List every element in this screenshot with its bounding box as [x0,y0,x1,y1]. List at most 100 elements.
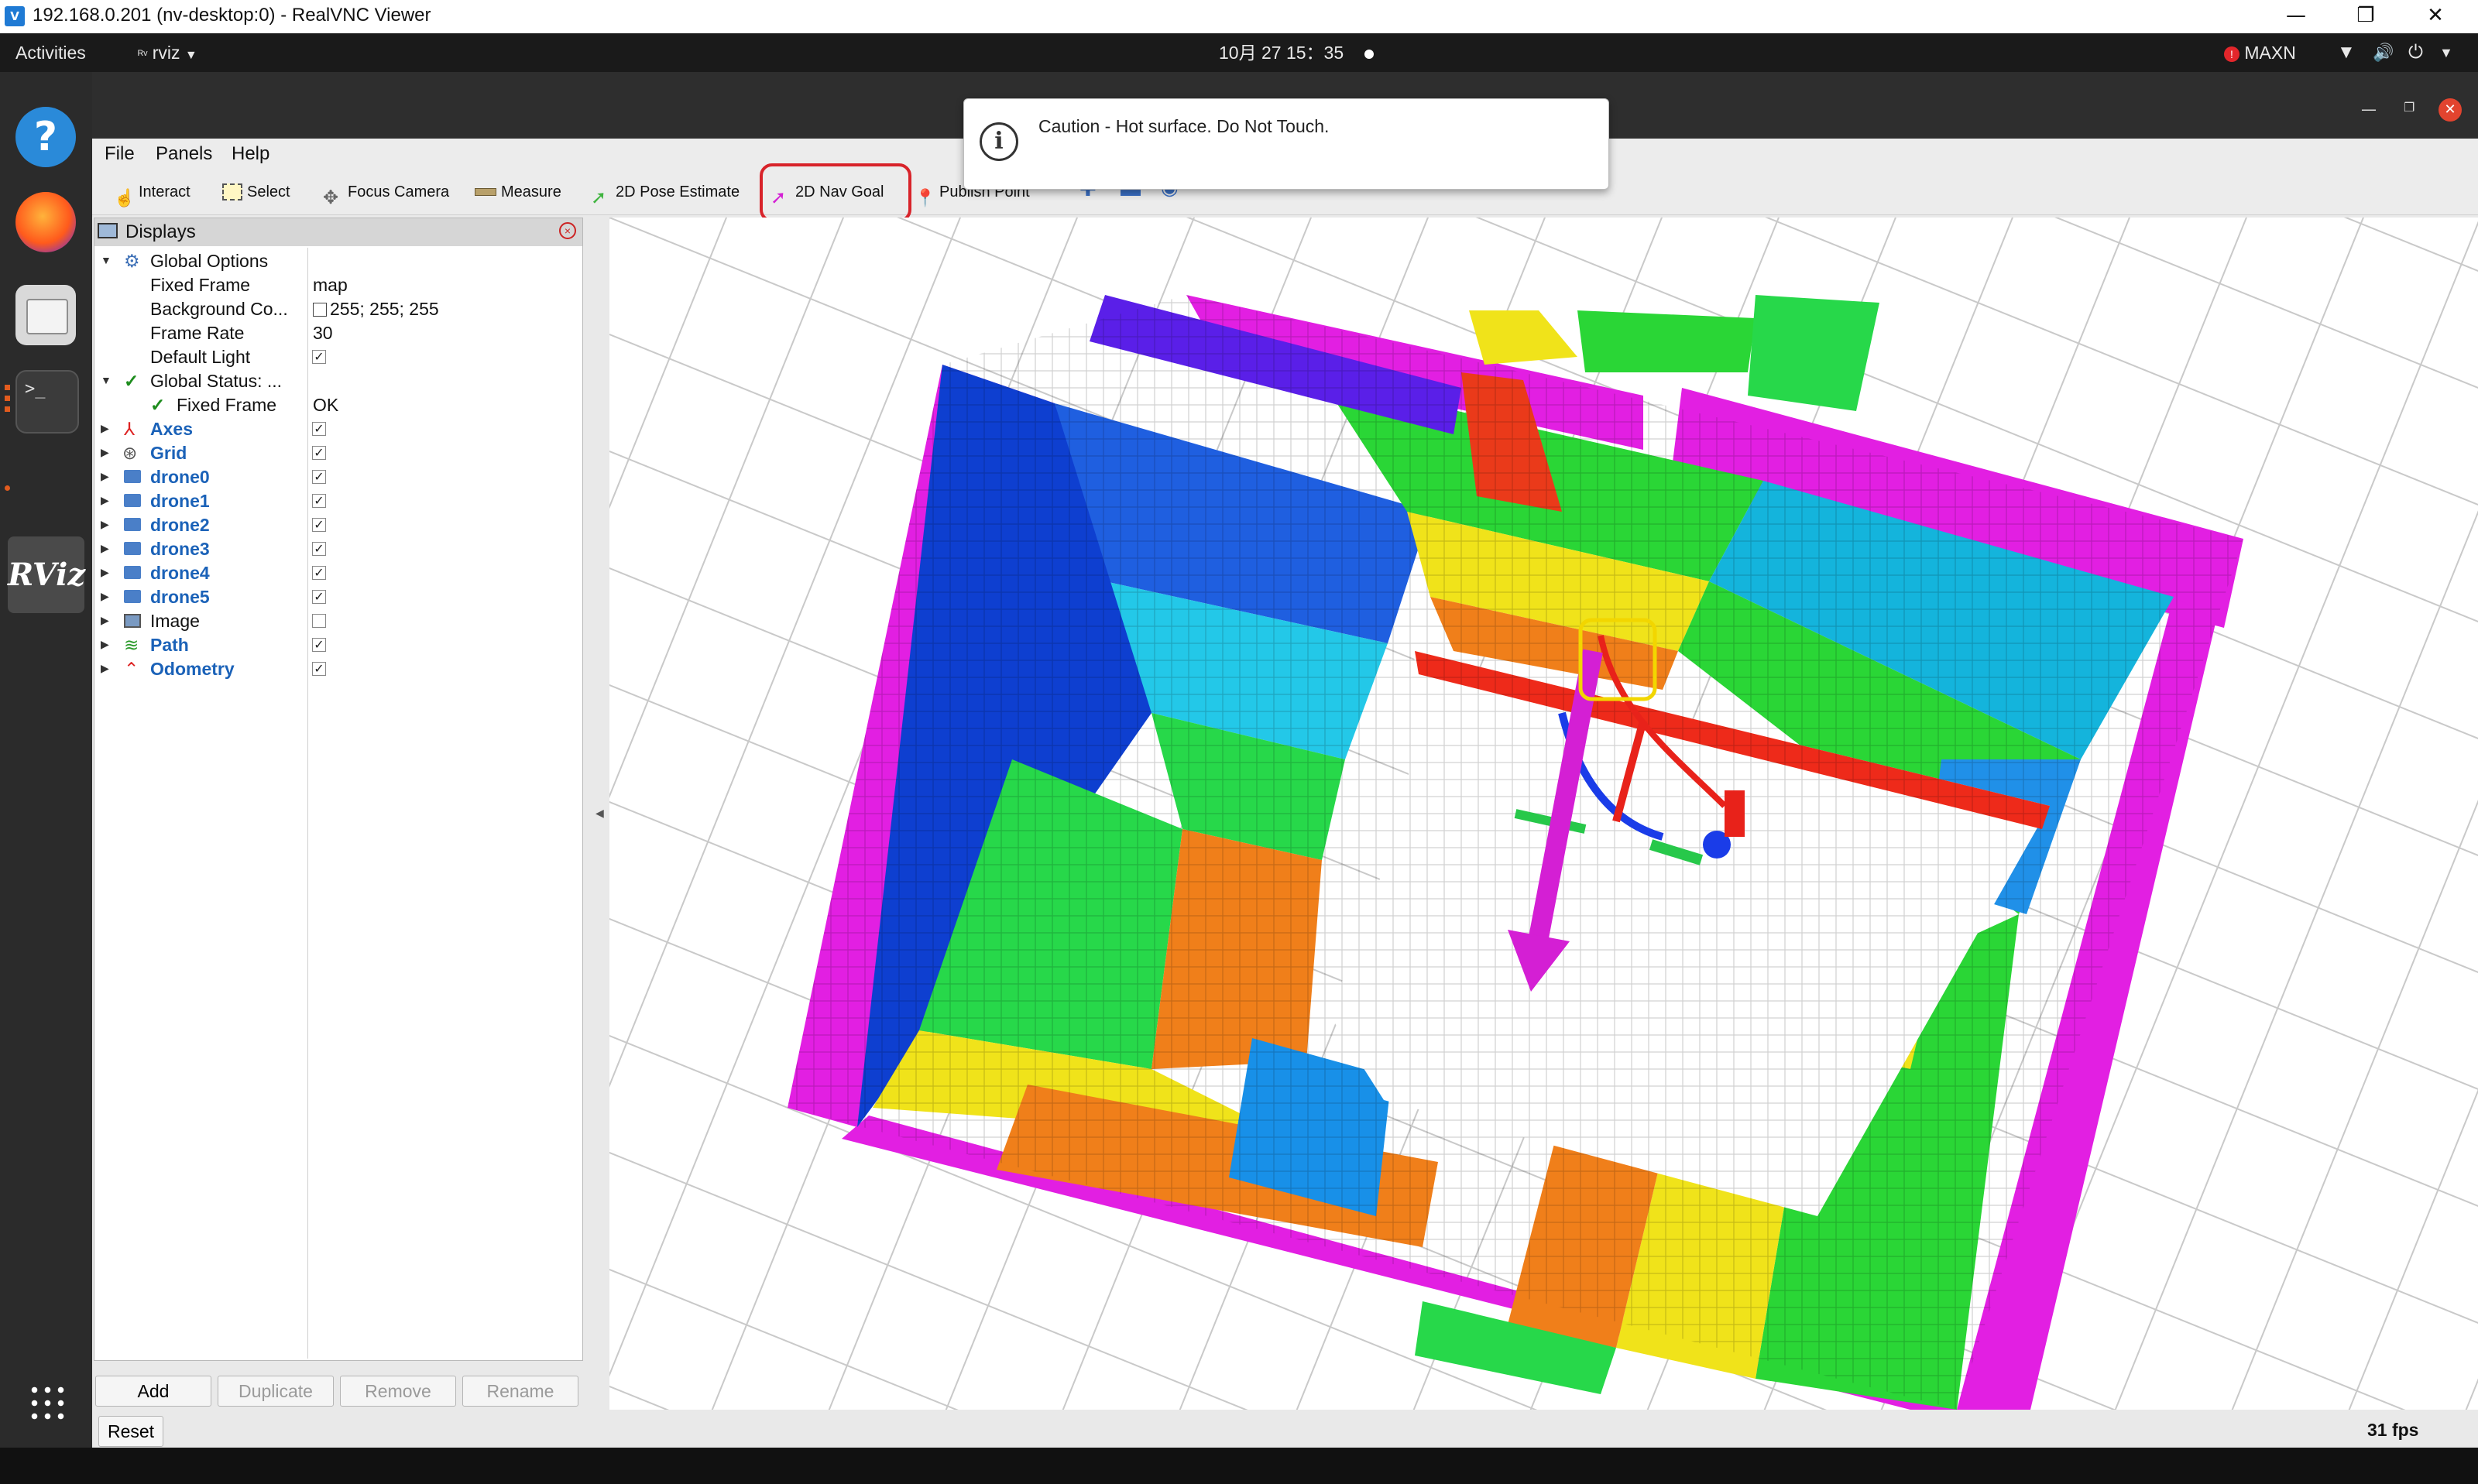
expand-arrow-icon[interactable]: ▶ [101,590,112,603]
minimize-icon[interactable]: — [2361,100,2377,118]
expand-arrow-icon[interactable]: ▶ [101,422,112,435]
default-light-row[interactable]: Default Light ✓ [94,345,582,369]
display-checkbox[interactable]: ✓ [312,470,326,484]
realvnc-logo-icon: V [5,6,25,26]
firefox-icon[interactable] [15,192,76,252]
display-item-path[interactable]: ▶ ≋ Path ✓ [94,633,582,657]
display-checkbox[interactable]: ✓ [312,518,326,532]
help-icon[interactable]: ? [15,107,76,167]
display-item-axes[interactable]: ▶ ⅄ Axes ✓ [94,417,582,441]
display-item-grid[interactable]: ▶ ⊛ Grid ✓ [94,441,582,465]
folder-icon [124,518,141,531]
folder-icon [124,470,141,483]
menu-help[interactable]: Help [232,143,269,165]
expand-arrow-icon[interactable]: ▶ [101,518,112,531]
display-item-drone5[interactable]: ▶ drone5 ✓ [94,585,582,609]
add-display-button[interactable]: Add [95,1376,211,1407]
rviz-icon[interactable]: RViz [8,536,86,613]
vnc-window-title: 192.168.0.201 (nv-desktop:0) - RealVNC V… [33,5,431,26]
close-icon[interactable]: ✕ [2439,98,2462,122]
restore-icon[interactable]: ❐ [2331,0,2401,33]
menu-file[interactable]: File [105,143,135,165]
expand-arrow-icon[interactable]: ▶ [101,446,112,459]
display-checkbox[interactable]: ✓ [312,542,326,556]
rename-display-button[interactable]: Rename [462,1376,578,1407]
pose-estimate-tool-button[interactable]: ➚ 2D Pose Estimate [585,176,746,208]
checkmark-icon: ✓ [124,371,139,391]
clock[interactable]: 10月 27 15：35 [1219,33,1374,72]
files-icon[interactable] [15,285,76,345]
restore-icon[interactable]: ❐ [2404,100,2415,115]
close-icon[interactable]: ✕ [2401,0,2470,33]
expand-arrow-icon[interactable]: ▶ [101,638,112,651]
displays-title: Displays [125,221,196,242]
focus-camera-tool-button[interactable]: ✥ Focus Camera [317,176,455,208]
expand-arrow-icon[interactable]: ▶ [101,566,112,579]
notification-popup[interactable]: i Caution - Hot surface. Do Not Touch. [963,98,1609,190]
fixed-frame-row[interactable]: Fixed Frame map [94,273,582,297]
frame-rate-value[interactable]: 30 [313,323,333,344]
alert-icon: ! [2224,46,2239,62]
display-checkbox[interactable]: ✓ [312,638,326,652]
select-tool-button[interactable]: Select [216,176,297,208]
minimize-icon[interactable]: — [2261,0,2331,33]
menu-panels[interactable]: Panels [156,143,212,165]
activities-button[interactable]: Activities [15,33,86,72]
global-options-row[interactable]: ▼ ⚙ Global Options [94,249,582,273]
duplicate-display-button[interactable]: Duplicate [218,1376,334,1407]
display-item-label: Image [150,611,200,631]
chevron-down-icon[interactable]: ▼ [2439,33,2453,72]
display-checkbox[interactable]: ✓ [312,494,326,508]
display-item-drone3[interactable]: ▶ drone3 ✓ [94,537,582,561]
display-checkbox[interactable]: ✓ [312,566,326,580]
terminal-icon[interactable]: >_ [15,370,79,434]
rviz-dock-label: RViz [8,557,86,593]
measure-tool-button[interactable]: Measure [468,176,568,208]
collapse-left-icon[interactable]: ◀ [595,807,604,820]
fps-counter: 31 fps [2367,1420,2419,1440]
power-icon[interactable]: ⏻ [2408,33,2423,72]
expand-arrow-icon[interactable]: ▶ [101,494,112,507]
reset-button[interactable]: Reset [98,1416,163,1447]
close-panel-icon[interactable]: × [559,222,576,239]
expand-arrow-icon[interactable]: ▶ [101,614,112,627]
default-light-checkbox[interactable]: ✓ [312,350,326,364]
display-item-odometry[interactable]: ▶ ⌃ Odometry ✓ [94,657,582,681]
fixed-frame-value[interactable]: map [313,275,348,296]
status-fixed-frame-row[interactable]: ✓ Fixed Frame OK [94,393,582,417]
3d-viewport[interactable] [609,218,2478,1410]
expand-arrow-icon[interactable]: ▶ [101,542,112,555]
remove-display-button[interactable]: Remove [340,1376,456,1407]
bottom-strip [0,1448,2478,1484]
displays-panel-header: Displays × [94,218,582,246]
3d-scene [609,218,2478,1410]
volume-icon[interactable]: 🔊 [2373,33,2394,72]
expand-arrow-icon[interactable]: ▼ [101,374,112,386]
ubuntu-top-bar: Activities ᴿᵛ rviz ▼ 10月 27 15：35 ! MAXN… [0,33,2478,72]
expand-arrow-icon[interactable]: ▶ [101,662,112,675]
global-options-label: Global Options [150,251,269,271]
app-grid-icon[interactable] [15,1373,76,1433]
display-item-image[interactable]: ▶ Image [94,609,582,633]
display-item-drone4[interactable]: ▶ drone4 ✓ [94,561,582,585]
display-checkbox[interactable]: ✓ [312,662,326,676]
display-checkbox[interactable] [312,614,326,628]
background-color-value[interactable]: 255; 255; 255 [330,299,439,320]
display-item-drone2[interactable]: ▶ drone2 ✓ [94,513,582,537]
folder-icon [124,542,141,555]
background-color-row[interactable]: Background Co... 255; 255; 255 [94,297,582,321]
global-status-row[interactable]: ▼ ✓ Global Status: ... [94,369,582,393]
power-mode-indicator[interactable]: ! MAXN [2224,33,2296,72]
expand-arrow-icon[interactable]: ▶ [101,470,112,483]
wifi-icon[interactable]: ▼ [2337,33,2356,72]
interact-tool-button[interactable]: ☝ Interact [108,176,197,208]
display-item-drone0[interactable]: ▶ drone0 ✓ [94,465,582,489]
display-item-drone1[interactable]: ▶ drone1 ✓ [94,489,582,513]
display-checkbox[interactable]: ✓ [312,446,326,460]
color-swatch[interactable] [313,303,327,317]
expand-arrow-icon[interactable]: ▼ [101,254,112,266]
display-checkbox[interactable]: ✓ [312,590,326,604]
display-checkbox[interactable]: ✓ [312,422,326,436]
app-menu[interactable]: ᴿᵛ rviz ▼ [138,33,197,72]
frame-rate-row[interactable]: Frame Rate 30 [94,321,582,345]
